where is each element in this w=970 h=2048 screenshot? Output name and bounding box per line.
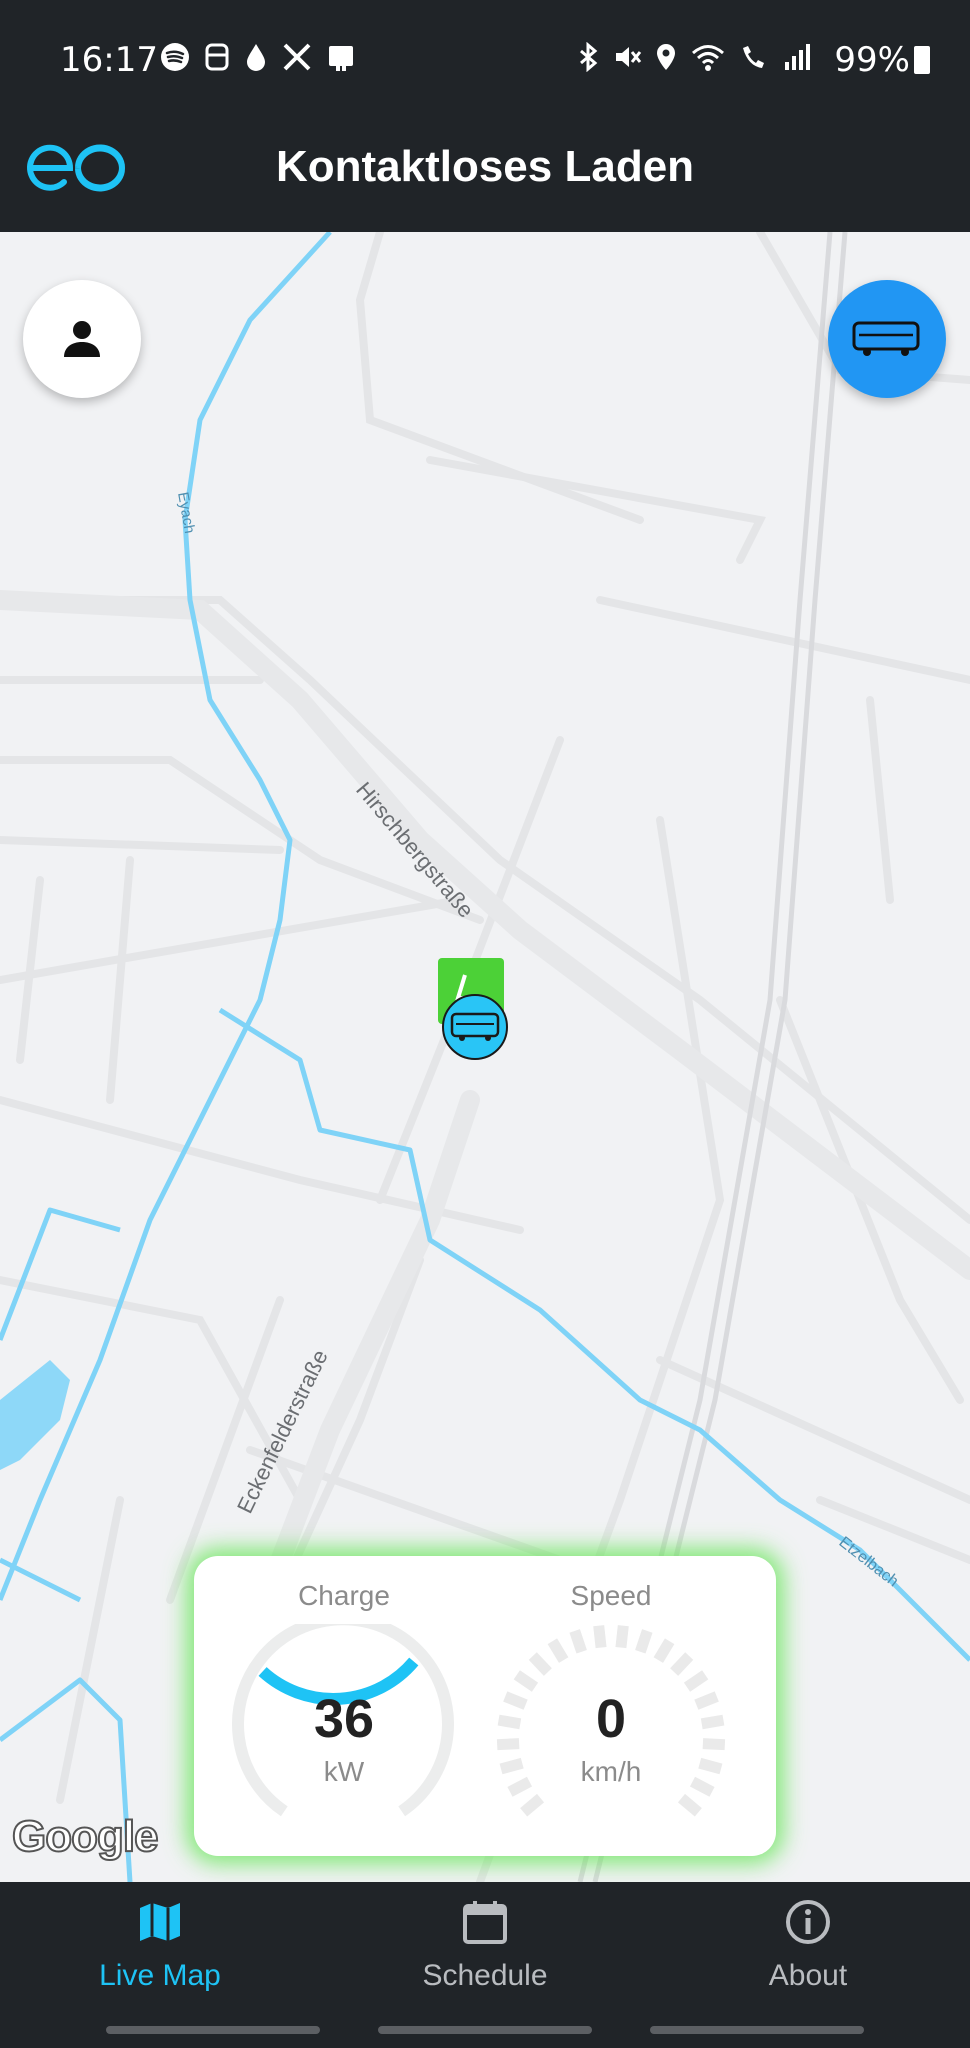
- google-attribution: Google: [11, 1811, 160, 1862]
- speed-label: Speed: [570, 1580, 652, 1611]
- signal-icon: [785, 44, 810, 70]
- map-icon: [140, 1903, 180, 1941]
- street-label-eckenfelderstrasse: Eckenfelderstraße: [232, 1346, 333, 1517]
- spotify-icon: [161, 43, 189, 71]
- charge-label: Charge: [298, 1580, 390, 1611]
- speed-value: 0: [595, 1689, 627, 1749]
- profile-button[interactable]: [23, 280, 141, 398]
- notification-icon: [205, 43, 229, 71]
- location-icon: [657, 44, 675, 70]
- speed-gauge-tick: [569, 1629, 587, 1654]
- tab-live-map[interactable]: Live Map: [60, 1898, 260, 1993]
- calendar-icon: [463, 1901, 507, 1944]
- street-label-hirschbergstrasse: Hirschbergstraße: [351, 777, 479, 922]
- status-bar: 16:17 99%: [0, 0, 970, 100]
- speed-gauge-tick: [635, 1629, 653, 1654]
- wifi-call-icon: [743, 46, 764, 68]
- speed-gauge-tick: [547, 1638, 569, 1663]
- drop-icon: [247, 44, 265, 71]
- wifi-icon: [692, 45, 724, 71]
- river-label-etzelbach: Etzelbach: [836, 1534, 902, 1591]
- tab-label-schedule: Schedule: [422, 1959, 548, 1992]
- speed-gauge-tick: [677, 1793, 702, 1817]
- speed-gauge-tick: [520, 1793, 545, 1817]
- tab-label-about: About: [768, 1959, 848, 1992]
- status-notifications: [160, 42, 356, 72]
- gesture-bar-left: [106, 2026, 320, 2034]
- charge-unit: kW: [323, 1756, 365, 1787]
- bluetooth-icon: [580, 42, 598, 72]
- charge-value: 36: [313, 1689, 375, 1749]
- speed-gauge-tick: [528, 1652, 552, 1676]
- status-time: 16:17: [60, 40, 158, 80]
- mute-icon: [616, 47, 642, 67]
- speed-unit: km/h: [580, 1756, 642, 1787]
- bus-icon: [852, 321, 920, 356]
- tab-label-live-map: Live Map: [99, 1959, 221, 1992]
- speed-gauge-tick: [615, 1625, 629, 1649]
- battery-percent: 99%: [834, 40, 910, 80]
- tab-schedule[interactable]: Schedule: [385, 1898, 585, 1993]
- gauge-card: Charge 36 kW Speed 0 km/h: [194, 1556, 776, 1856]
- speed-gauge-tick: [670, 1652, 694, 1676]
- x-icon: [283, 43, 311, 71]
- gesture-bar-right: [650, 2026, 864, 2034]
- gesture-bar-center: [378, 2026, 592, 2034]
- bus-location-marker[interactable]: [442, 994, 508, 1060]
- speed-gauge-tick: [513, 1670, 539, 1692]
- battery-icon: [914, 46, 930, 74]
- device-icon: [329, 46, 353, 71]
- person-icon: [64, 321, 100, 357]
- bottom-navigation: Live Map Schedule About: [0, 1882, 970, 2048]
- page-title: Kontaktloses Laden: [275, 142, 695, 191]
- speed-gauge-tick: [593, 1625, 607, 1649]
- bus-selector-button[interactable]: [828, 280, 946, 398]
- river-label-eyach: Eyach: [174, 491, 198, 535]
- tab-about[interactable]: About: [708, 1898, 908, 1993]
- speed-gauge-tick: [683, 1670, 709, 1692]
- info-icon: [786, 1900, 830, 1944]
- status-system-icons: [576, 42, 812, 72]
- speed-gauge-tick: [653, 1638, 675, 1663]
